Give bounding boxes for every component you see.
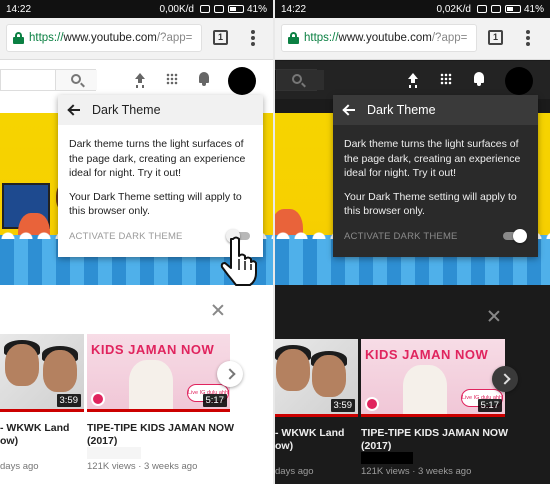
url-scheme: https:// <box>304 32 339 44</box>
popup-header: Dark Theme <box>333 95 538 125</box>
video-thumbnail[interactable]: 3:59 <box>0 334 84 412</box>
video-title[interactable]: TIPE-TIPE KIDS JAMAN NOW (2017) <box>361 427 531 453</box>
video-title[interactable]: - WKWK Land ow) <box>275 427 358 453</box>
video-duration: 5:17 <box>202 394 227 407</box>
popup-title: Dark Theme <box>367 103 436 117</box>
screenshot-comparison: 14:22 0,00K/d 41% https://www.youtube.co… <box>0 0 550 484</box>
avatar[interactable] <box>505 67 533 95</box>
apps-icon[interactable] <box>440 73 452 85</box>
search-icon <box>292 74 302 84</box>
network-speed: 0,02K/d <box>436 3 471 15</box>
browser-menu-icon[interactable] <box>525 29 531 47</box>
url-host: www.youtube.com <box>338 32 432 44</box>
notifications-icon[interactable] <box>473 72 485 86</box>
toggle-label: ACTIVATE DARK THEME <box>69 230 183 242</box>
video-duration: 5:17 <box>477 399 502 412</box>
popup-body: Dark theme turns the light surfaces of t… <box>58 125 263 219</box>
video-duration: 3:59 <box>330 399 355 412</box>
dark-theme-toggle-row[interactable]: ACTIVATE DARK THEME <box>344 229 527 243</box>
dark-theme-popup: Dark Theme Dark theme turns the light su… <box>58 95 263 257</box>
avatar[interactable] <box>228 67 256 95</box>
search-input[interactable] <box>0 69 97 91</box>
search-icon <box>71 74 81 84</box>
close-icon[interactable] <box>212 304 224 316</box>
video-duration: 3:59 <box>56 394 81 407</box>
url-path: /?app= <box>431 32 468 44</box>
battery-icon <box>227 5 244 13</box>
dark-theme-popup: Dark Theme Dark theme turns the light su… <box>333 95 538 257</box>
tab-switcher-button[interactable]: 1 <box>213 30 228 45</box>
popup-description: Dark theme turns the light surfaces of t… <box>344 138 521 179</box>
address-bar[interactable]: https://www.youtube.com/?app= <box>6 24 202 52</box>
dark-theme-pane: 14:22 0,02K/d 41% https://www.youtube.co… <box>275 0 550 484</box>
toggle-label: ACTIVATE DARK THEME <box>344 230 458 242</box>
watch-progress-bar <box>0 409 84 412</box>
browser-toolbar: https://www.youtube.com/?app= 1 <box>275 18 550 60</box>
shelf-next-button[interactable] <box>217 361 243 387</box>
lock-icon <box>288 32 299 44</box>
video-thumbnail[interactable]: KIDS JAMAN NOW Live IG dulu ahh! 5:17 <box>87 334 230 412</box>
popup-note: Your Dark Theme setting will apply to th… <box>344 190 517 218</box>
lock-icon <box>13 32 24 44</box>
back-arrow-icon[interactable] <box>343 105 355 115</box>
battery-icon <box>504 5 521 13</box>
url-path: /?app= <box>156 32 193 44</box>
back-arrow-icon[interactable] <box>68 105 80 115</box>
dark-theme-toggle[interactable] <box>501 229 527 243</box>
url-host: www.youtube.com <box>63 32 157 44</box>
browser-menu-icon[interactable] <box>250 29 256 47</box>
close-icon[interactable] <box>488 310 500 322</box>
thumbnail-title-art: KIDS JAMAN NOW <box>91 342 215 357</box>
status-bar: 14:22 0,00K/d 41% <box>0 0 273 18</box>
upload-icon[interactable] <box>133 73 147 87</box>
battery-level: 41% <box>523 3 544 15</box>
video-title[interactable]: TIPE-TIPE KIDS JAMAN NOW (2017) <box>87 422 257 448</box>
upload-icon[interactable] <box>406 73 420 87</box>
channel-name-redacted <box>87 447 141 459</box>
popup-note: Your Dark Theme setting will apply to th… <box>69 190 242 218</box>
video-meta: 121K views · 3 weeks ago <box>361 466 472 477</box>
watch-progress-bar <box>87 409 230 412</box>
apps-icon[interactable] <box>166 73 178 85</box>
battery-level: 41% <box>246 3 267 15</box>
status-time: 14:22 <box>6 3 32 15</box>
status-time: 14:22 <box>281 3 307 15</box>
hand-pointer-icon <box>220 236 257 286</box>
video-thumbnail[interactable]: KIDS JAMAN NOW Live IG dulu ahh! 5:17 <box>361 339 505 417</box>
notifications-icon[interactable] <box>198 72 210 86</box>
tab-switcher-button[interactable]: 1 <box>488 30 503 45</box>
url-scheme: https:// <box>29 32 64 44</box>
channel-logo-icon <box>365 397 379 411</box>
wifi-icon <box>213 5 224 13</box>
search-button[interactable] <box>55 70 97 90</box>
popup-title: Dark Theme <box>92 103 161 117</box>
channel-logo-icon <box>91 392 105 406</box>
network-speed: 0,00K/d <box>159 3 194 15</box>
popup-header: Dark Theme <box>58 95 263 125</box>
status-bar: 14:22 0,02K/d 41% <box>275 0 550 18</box>
video-title[interactable]: - WKWK Land ow) <box>0 422 84 448</box>
light-theme-pane: 14:22 0,00K/d 41% https://www.youtube.co… <box>0 0 273 484</box>
video-thumbnail[interactable]: 3:59 <box>275 339 358 417</box>
address-bar[interactable]: https://www.youtube.com/?app= <box>281 24 477 52</box>
youtube-header <box>0 61 273 99</box>
youtube-header <box>275 61 550 99</box>
alarm-icon <box>476 5 487 13</box>
video-meta: days ago <box>0 461 39 472</box>
video-meta: days ago <box>275 466 314 477</box>
shelf-next-button[interactable] <box>492 366 518 392</box>
channel-name-redacted <box>361 452 413 464</box>
browser-toolbar: https://www.youtube.com/?app= 1 <box>0 18 273 60</box>
video-meta: 121K views · 3 weeks ago <box>87 461 198 472</box>
popup-body: Dark theme turns the light surfaces of t… <box>333 125 538 219</box>
search-input[interactable] <box>275 69 324 91</box>
wifi-icon <box>490 5 501 13</box>
watch-progress-bar <box>361 414 505 417</box>
alarm-icon <box>199 5 210 13</box>
search-button[interactable] <box>276 70 324 90</box>
popup-description: Dark theme turns the light surfaces of t… <box>69 138 246 179</box>
watch-progress-bar <box>275 414 358 417</box>
thumbnail-title-art: KIDS JAMAN NOW <box>365 347 489 362</box>
